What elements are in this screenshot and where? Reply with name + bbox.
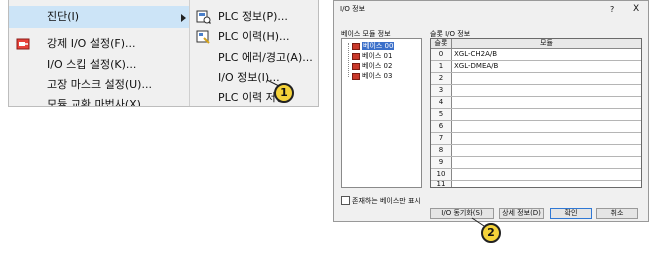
callout-pointer-2 bbox=[471, 217, 485, 227]
callout-badge-2: 2 bbox=[481, 223, 501, 243]
screenshot-root: 진단(I) 강제 I/O 설정(F)... I/O 스킵 설정(K)... 고장… bbox=[0, 0, 656, 255]
